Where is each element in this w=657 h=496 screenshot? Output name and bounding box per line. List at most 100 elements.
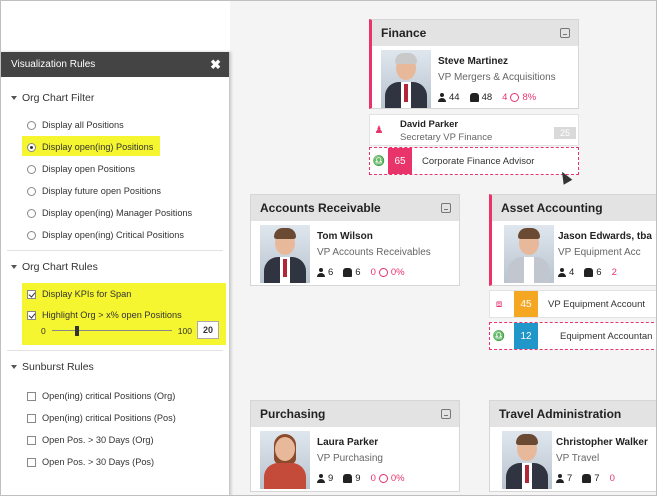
headcount-value: 7 [567,473,573,484]
checkbox[interactable] [27,391,36,401]
visualization-rules-panel: Visualization Rules ✖ Org Chart Filter D… [1,52,230,495]
person-role: VP Mergers & Acquisitions [438,72,556,83]
collapse-icon[interactable] [560,28,570,38]
option-label: Open Pos. > 30 Days (Pos) [42,457,155,467]
position-title: Equipment Accountan [560,330,653,342]
option-label: Display all Positions [42,120,124,130]
positions-value: 48 [481,92,493,103]
slider-handle[interactable] [74,326,79,336]
sunburst-option-30days-org[interactable]: Open Pos. > 30 Days (Org) [27,435,154,445]
checkbox[interactable] [27,310,36,320]
org-card-travel-administration[interactable]: Travel Administration Christopher Walker… [489,400,656,492]
open-days-badge: 65 [388,148,412,174]
sub-role: Secretary VP Finance [400,132,493,143]
collapse-icon[interactable] [441,203,451,213]
open-percent: 8% [522,92,537,103]
slider-track[interactable] [51,326,172,336]
positions-value: 6 [596,267,602,278]
card-title: Asset Accounting [501,201,603,215]
radio-button[interactable] [27,230,36,240]
section-title: Sunburst Rules [22,361,94,373]
panel-header: Visualization Rules ✖ [1,52,229,77]
headcount-value: 9 [328,473,334,484]
open-position-icon: ♎ [372,155,386,167]
subordinate-row[interactable]: ♟ David Parker Secretary VP Finance 25 [369,114,579,146]
headcount-icon [317,268,325,277]
org-card-purchasing[interactable]: Purchasing Laura Parker VP Purchasing 9 … [250,400,460,492]
slider-min-label: 0 [41,326,46,336]
filter-option-critical[interactable]: Display open(ing) Critical Positions [27,230,184,240]
option-label: Highlight Org > x% open Positions [42,310,182,320]
radio-button[interactable] [27,164,36,174]
checkbox[interactable] [27,289,36,299]
open-count: 2 [611,267,617,278]
filter-option-opening[interactable]: Display open(ing) Positions [27,142,153,152]
position-number-badge: 12 [514,323,538,349]
caret-down-icon [11,265,17,269]
open-position-row[interactable]: ♎ 65 Corporate Finance Advisor [369,147,579,175]
radio-button[interactable] [27,208,36,218]
checkbox[interactable] [27,435,36,445]
app-window: Finance Steve Martinez VP Mergers & Acqu… [0,0,657,496]
card-header: Asset Accounting [492,195,656,221]
sunburst-rules-toggle[interactable]: Sunburst Rules [11,361,94,373]
collapse-icon[interactable] [441,409,451,419]
kpi-stats: 9 9 0 0% [317,473,405,484]
filter-option-future-open[interactable]: Display future open Positions [27,186,161,196]
org-card-accounts-receivable[interactable]: Accounts Receivable Tom Wilson VP Accoun… [250,194,460,286]
positions-icon [582,474,592,483]
person-block: Jason Edwards, tba VP Equipment Acc 4 6 … [492,221,656,283]
close-icon[interactable]: ✖ [210,57,221,73]
positions-icon [469,93,479,102]
option-label: Display future open Positions [42,186,161,196]
positions-value: 6 [355,267,361,278]
section-title: Org Chart Rules [22,261,98,273]
checkbox[interactable] [27,457,36,467]
option-label: Display open(ing) Positions [42,142,154,152]
positions-value: 9 [355,473,361,484]
option-label: Display open(ing) Critical Positions [42,230,184,240]
filter-option-open[interactable]: Display open Positions [27,164,135,174]
rule-option-highlight-org[interactable]: Highlight Org > x% open Positions [27,310,182,320]
card-title: Accounts Receivable [260,201,381,215]
percent-slider[interactable]: 0 100 [41,326,192,336]
open-position-icon [510,93,520,102]
radio-button[interactable] [27,142,36,152]
filter-option-manager[interactable]: Display open(ing) Manager Positions [27,208,192,218]
rule-option-kpi-span[interactable]: Display KPIs for Span [27,289,131,299]
divider [7,350,223,351]
slider-value-input[interactable]: 20 [197,321,219,339]
checkbox[interactable] [27,413,36,423]
caret-down-icon [11,96,17,100]
avatar [381,50,431,108]
positions-icon [343,474,353,483]
divider [7,250,223,251]
filter-option-all[interactable]: Display all Positions [27,120,124,130]
card-title: Finance [381,26,427,40]
org-chart-rules-toggle[interactable]: Org Chart Rules [11,261,98,273]
card-title: Purchasing [260,407,326,421]
open-position-row[interactable]: ♎ 12 Equipment Accountan [489,322,656,350]
position-row[interactable]: ⧈ 45 VP Equipment Account [489,290,656,318]
org-card-finance[interactable]: Finance Steve Martinez VP Mergers & Acqu… [369,19,579,109]
radio-button[interactable] [27,186,36,196]
panel-title: Visualization Rules [11,59,96,70]
slider-max-label: 100 [177,326,192,336]
kpi-stats: 7 7 0 [556,473,615,484]
position-number-badge: 45 [514,291,538,317]
kpi-stats: 4 6 2 [558,267,617,278]
org-chart-filter-toggle[interactable]: Org Chart Filter [11,92,94,104]
person-role: VP Accounts Receivables [317,247,431,258]
option-label: Open Pos. > 30 Days (Org) [42,435,154,445]
card-header: Travel Administration [490,401,656,427]
person-role: VP Equipment Acc [558,247,641,258]
count-badge: 25 [554,127,576,139]
card-header: Finance [372,20,578,46]
sunburst-option-critical-pos[interactable]: Open(ing) critical Positions (Pos) [27,413,176,423]
person-name: Laura Parker [317,437,379,448]
sunburst-option-critical-org[interactable]: Open(ing) critical Positions (Org) [27,391,175,401]
open-count: 0 [370,473,376,484]
org-card-asset-accounting[interactable]: Asset Accounting Jason Edwards, tba VP E… [489,194,656,286]
sunburst-option-30days-pos[interactable]: Open Pos. > 30 Days (Pos) [27,457,154,467]
radio-button[interactable] [27,120,36,130]
